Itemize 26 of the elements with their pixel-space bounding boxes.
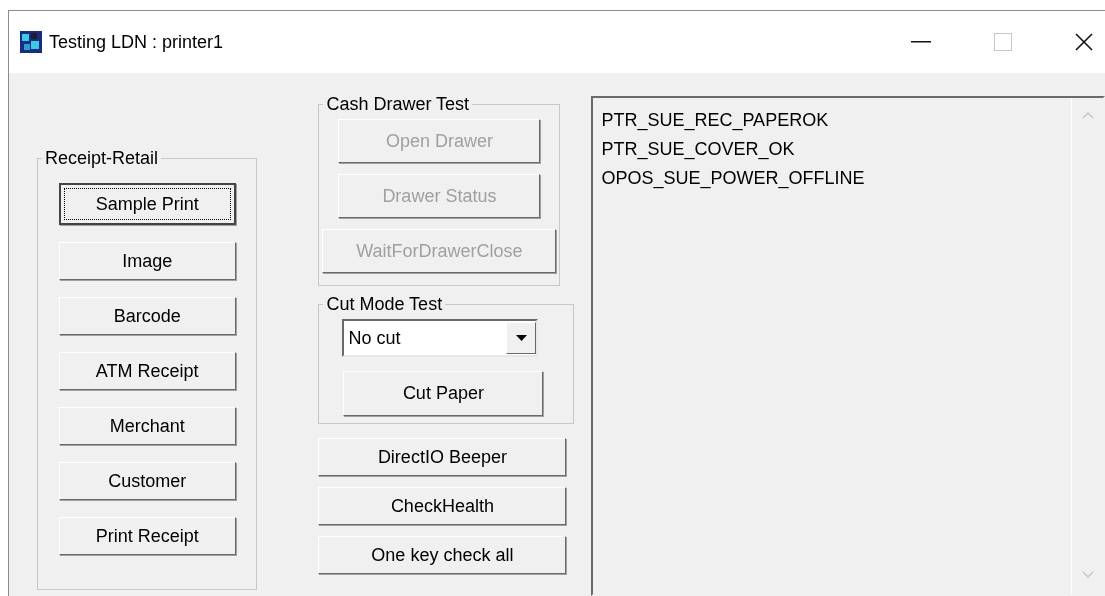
scroll-down-icon[interactable] [1081, 571, 1094, 578]
status-item: PTR_SUE_COVER_OK [601, 138, 796, 162]
close-icon[interactable] [1075, 33, 1093, 51]
action-button[interactable]: Print Receipt [58, 517, 236, 555]
minimize-icon[interactable] [911, 41, 931, 43]
action-button[interactable]: One key check all [318, 536, 567, 574]
app-icon [20, 31, 42, 53]
maximize-icon[interactable] [994, 33, 1012, 51]
action-button[interactable]: ATM Receipt [58, 352, 236, 390]
action-button[interactable]: Customer [58, 462, 236, 500]
action-button[interactable]: CheckHealth [318, 487, 567, 525]
status-item: PTR_SUE_REC_PAPEROK [601, 109, 830, 133]
action-button[interactable]: DirectIO Beeper [318, 438, 567, 476]
caret-icon [515, 335, 527, 341]
action-button[interactable]: Merchant [58, 407, 236, 445]
cut-paper-button[interactable]: Cut Paper [343, 371, 544, 416]
window-title: Testing LDN : printer1 [49, 31, 224, 53]
group-title: Cash Drawer Test [325, 94, 471, 115]
group-title: Cut Mode Test [325, 294, 444, 315]
action-button[interactable]: Barcode [58, 297, 236, 335]
scroll-up-icon[interactable] [1081, 112, 1094, 119]
cut-mode-dropdown[interactable]: No cut [342, 319, 539, 357]
status-item: OPOS_SUE_POWER_OFFLINE [601, 167, 866, 191]
group-title: Receipt-Retail [44, 148, 160, 169]
action-button[interactable]: Image [58, 242, 236, 280]
action-button[interactable]: Sample Print [58, 183, 236, 225]
